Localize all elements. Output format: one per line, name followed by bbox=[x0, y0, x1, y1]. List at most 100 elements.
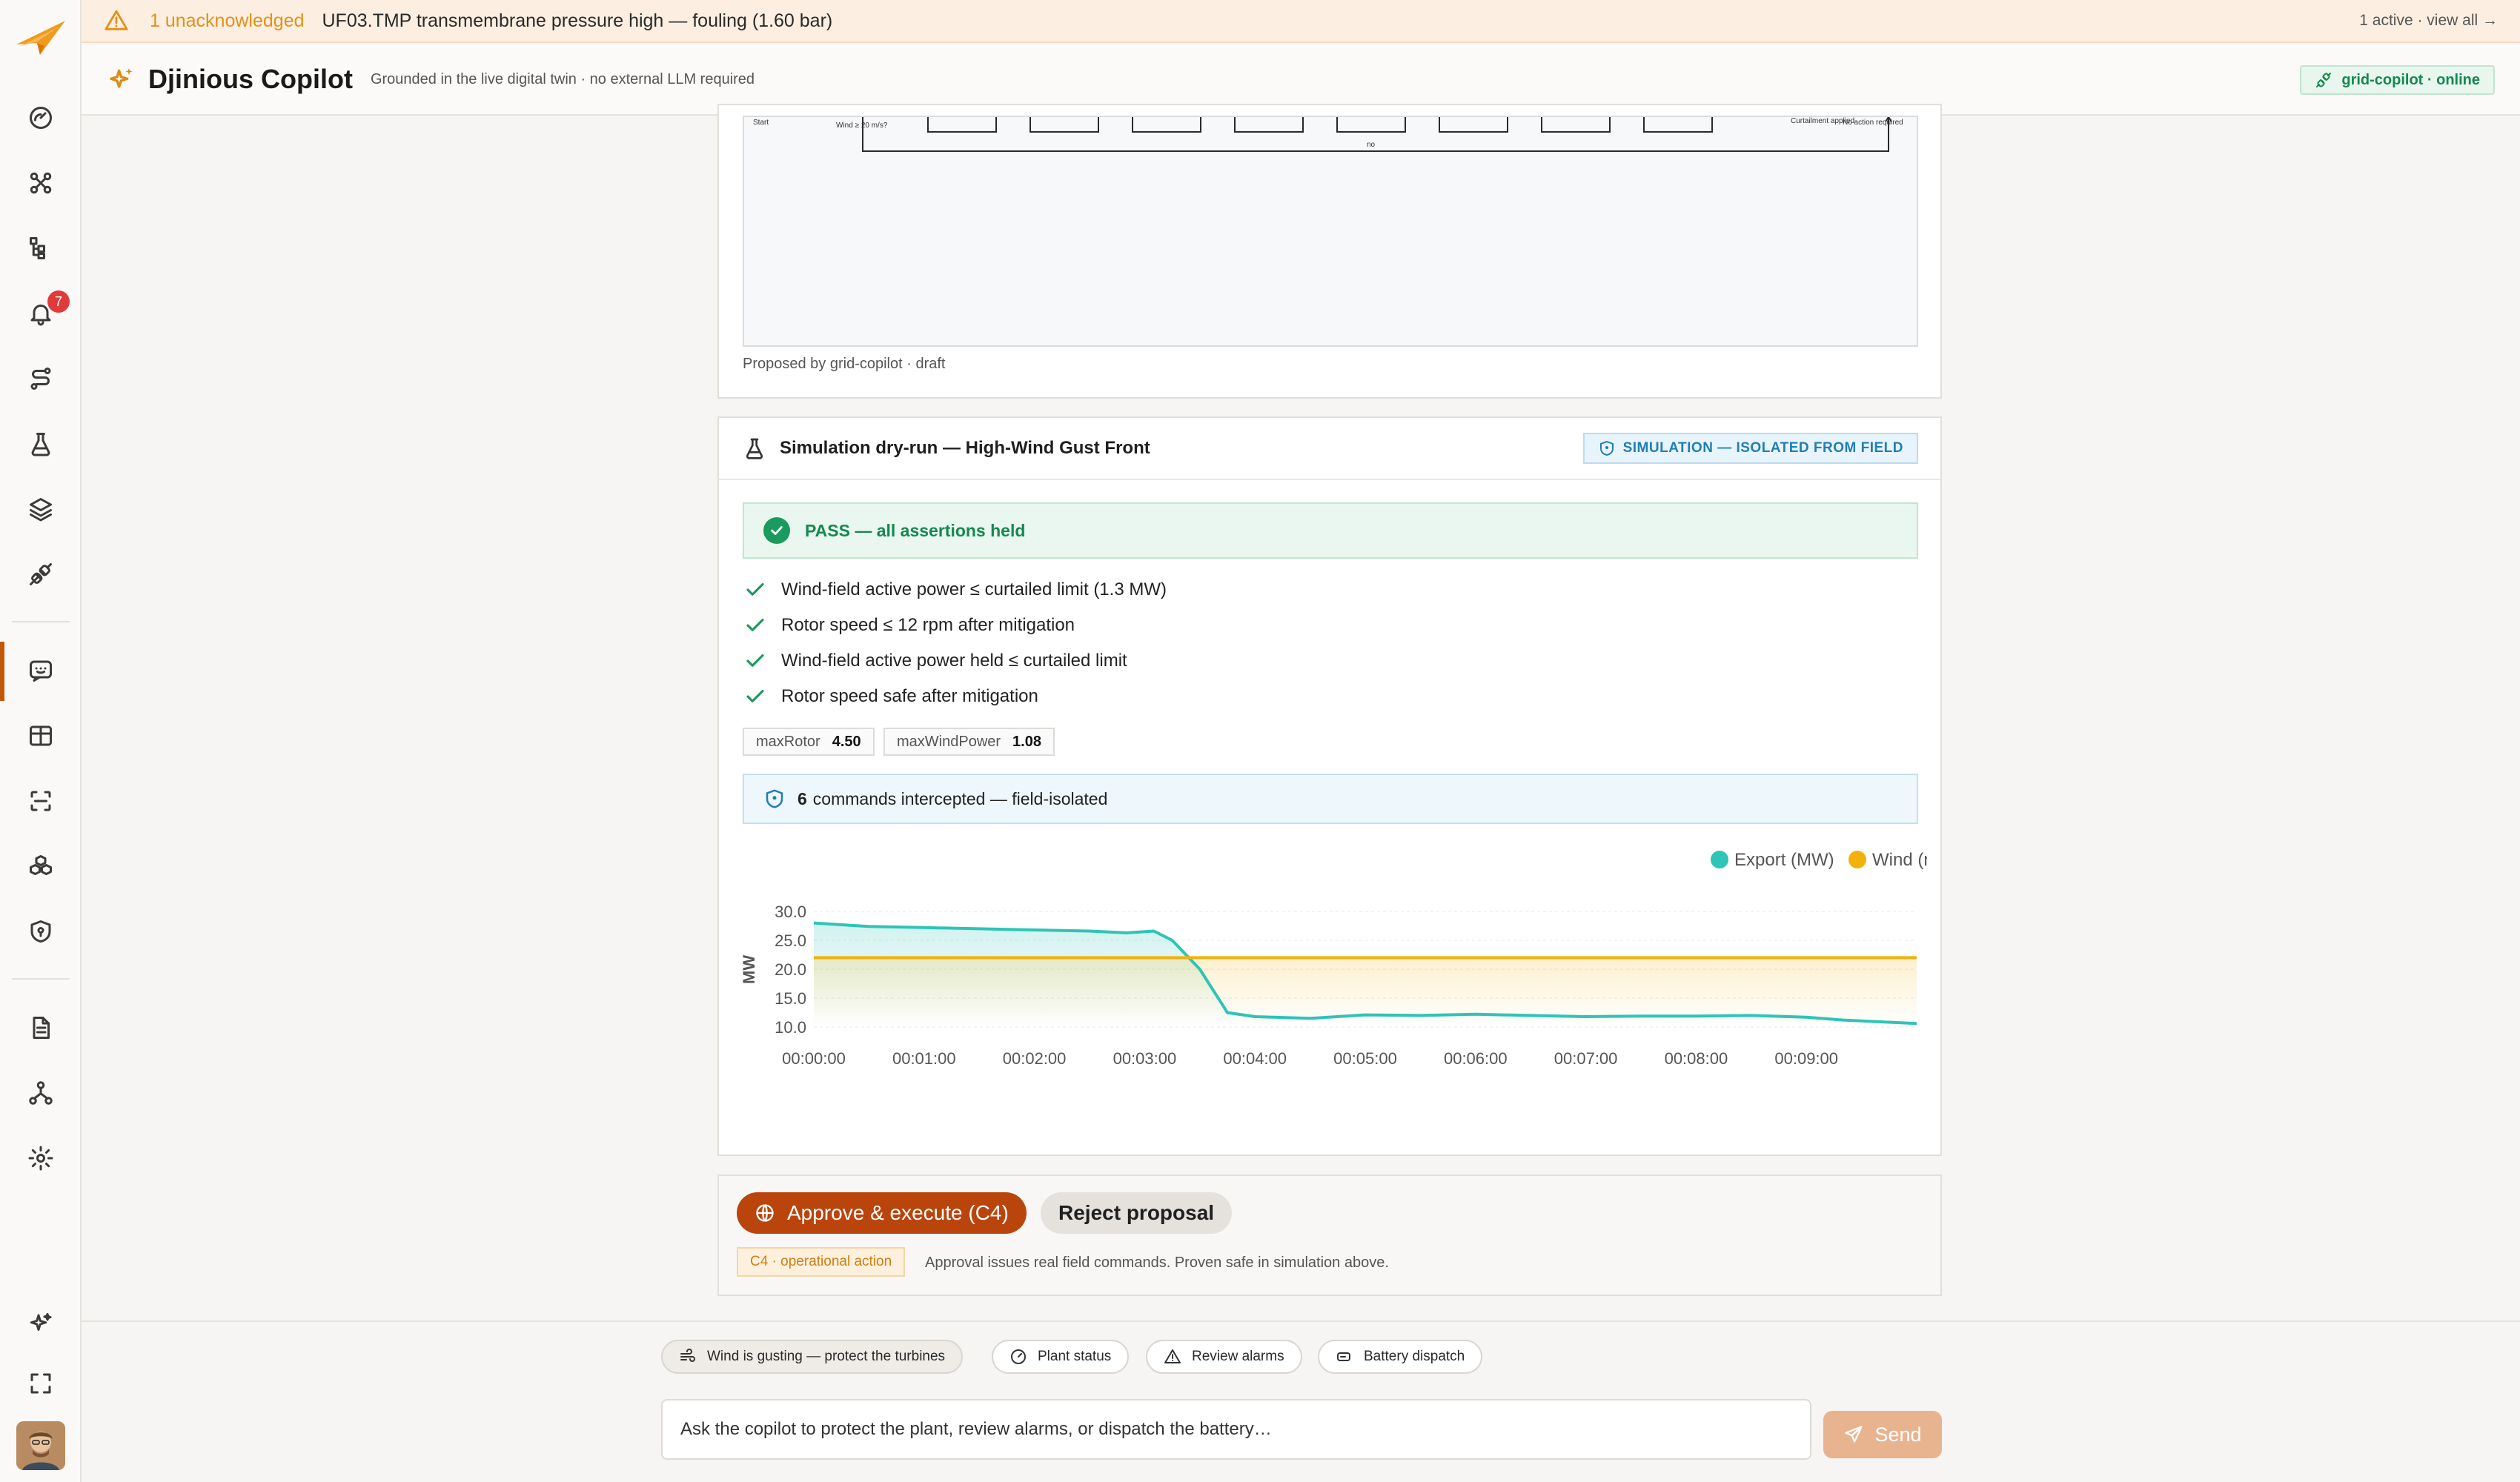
battery-icon bbox=[1337, 1352, 1350, 1361]
pass-banner: PASS — all assertions held bbox=[743, 502, 1918, 559]
approval-card: Approve & execute (C4) Reject proposal C… bbox=[717, 1174, 1942, 1296]
check-circle-icon bbox=[763, 517, 790, 544]
simulation-card: Simulation dry-run — High-Wind Gust Fron… bbox=[717, 416, 1942, 1156]
assertion-text: Rotor speed safe after mitigation bbox=[781, 686, 1038, 706]
metric-max-wind-power: maxWindPower 1.08 bbox=[883, 728, 1055, 756]
metric-name: maxWindPower bbox=[897, 733, 1001, 750]
assertion-item: Rotor speed safe after mitigation bbox=[744, 683, 1038, 710]
proposal-card: Start Wind ≥ 20 m/s? no Curtailment appl… bbox=[717, 102, 1942, 399]
warning-icon bbox=[1164, 1349, 1181, 1363]
shield-icon bbox=[1599, 440, 1614, 456]
x-tick-label: 00:01:00 bbox=[892, 1049, 956, 1068]
x-tick-label: 00:06:00 bbox=[1444, 1049, 1508, 1068]
nav-separator bbox=[12, 621, 70, 622]
network-icon[interactable] bbox=[22, 1074, 59, 1112]
globe-icon bbox=[756, 1204, 774, 1222]
page-subtitle: Grounded in the live digital twin · no e… bbox=[370, 70, 755, 87]
sidebar: 7 bbox=[0, 0, 82, 1482]
alarm-banner[interactable]: 1 unacknowledged UF03.TMP transmembrane … bbox=[82, 0, 2520, 43]
reject-proposal-button[interactable]: Reject proposal bbox=[1041, 1192, 1233, 1234]
check-icon bbox=[746, 582, 764, 596]
intercept-banner: 6 commands intercepted — field-isolated bbox=[743, 774, 1918, 824]
flask-icon bbox=[746, 438, 763, 459]
metric-max-rotor: maxRotor 4.50 bbox=[743, 728, 875, 756]
assertion-text: Wind-field active power held ≤ curtailed… bbox=[781, 651, 1127, 671]
approval-note: Approval issues real field commands. Pro… bbox=[925, 1255, 1389, 1271]
c4-action-badge: C4 · operational action bbox=[737, 1247, 906, 1277]
assertion-item: Wind-field active power held ≤ curtailed… bbox=[744, 648, 1127, 674]
isolation-badge: SIMULATION — ISOLATED FROM FIELD bbox=[1582, 433, 1918, 464]
diagram-noaction-label: No action required bbox=[1843, 119, 1903, 127]
simulation-title: Simulation dry-run — High-Wind Gust Fron… bbox=[780, 438, 1150, 458]
y-tick-label: 10.0 bbox=[775, 1018, 806, 1037]
table-icon[interactable] bbox=[22, 717, 59, 754]
composer-divider bbox=[82, 1320, 2520, 1322]
nav-separator bbox=[12, 978, 70, 980]
layers-icon[interactable] bbox=[22, 491, 59, 528]
intercept-count: 6 bbox=[798, 788, 807, 808]
chip-label: Review alarms bbox=[1192, 1349, 1284, 1364]
workflow-diagram[interactable]: Start Wind ≥ 20 m/s? no Curtailment appl… bbox=[743, 102, 1918, 347]
settings-icon[interactable] bbox=[22, 1140, 59, 1177]
check-icon bbox=[746, 618, 764, 631]
document-icon[interactable] bbox=[22, 1009, 59, 1046]
simulation-chart[interactable]: Export (MW) Wind (m/s) 10.0 15.0 20.0 25.0 30… bbox=[734, 837, 1927, 1149]
topology-icon[interactable] bbox=[22, 165, 59, 202]
x-tick-label: 00:02:00 bbox=[1003, 1049, 1067, 1068]
approve-execute-button[interactable]: Approve & execute (C4) bbox=[737, 1192, 1027, 1234]
boxes-icon[interactable] bbox=[22, 848, 59, 885]
proposal-note: Proposed by grid-copilot · draft bbox=[743, 356, 946, 372]
plug-icon bbox=[2316, 73, 2332, 87]
flask-icon[interactable] bbox=[22, 425, 59, 462]
quick-prompt-battery-dispatch[interactable]: Battery dispatch bbox=[1318, 1340, 1483, 1374]
diagram-start-label: Start bbox=[753, 119, 769, 127]
x-tick-label: 00:04:00 bbox=[1223, 1049, 1287, 1068]
warning-icon bbox=[105, 10, 128, 30]
plug-icon[interactable] bbox=[22, 556, 59, 593]
quick-prompt-plant-status[interactable]: Plant status bbox=[992, 1340, 1130, 1374]
legend-label[interactable]: Wind (m/s) bbox=[1872, 850, 1927, 870]
scan-icon[interactable] bbox=[22, 782, 59, 820]
assertion-text: Wind-field active power ≤ curtailed limi… bbox=[781, 579, 1167, 599]
diagram-decision-label: Wind ≥ 20 m/s? bbox=[836, 122, 888, 130]
metric-name: maxRotor bbox=[756, 733, 820, 750]
copilot-chat-input[interactable] bbox=[661, 1399, 1811, 1460]
x-tick-label: 00:05:00 bbox=[1333, 1049, 1397, 1068]
sparkle-icon[interactable] bbox=[22, 1306, 59, 1343]
flow-icon[interactable] bbox=[22, 360, 59, 397]
dashboard-icon[interactable] bbox=[22, 99, 59, 136]
gauge-icon bbox=[1011, 1349, 1026, 1364]
chip-label: Plant status bbox=[1038, 1349, 1112, 1364]
hierarchy-icon[interactable] bbox=[22, 230, 59, 267]
app-logo[interactable] bbox=[15, 16, 67, 61]
unacknowledged-count: 1 unacknowledged bbox=[150, 10, 305, 31]
copilot-status-badge: grid-copilot · online bbox=[2300, 65, 2495, 95]
wind-icon bbox=[680, 1349, 695, 1362]
check-icon bbox=[746, 689, 764, 702]
fullscreen-icon[interactable] bbox=[22, 1365, 59, 1402]
chip-label: Battery dispatch bbox=[1364, 1349, 1465, 1364]
x-tick-label: 00:00:00 bbox=[782, 1049, 846, 1068]
alarm-message: UF03.TMP transmembrane pressure high — f… bbox=[322, 10, 833, 31]
x-tick-label: 00:07:00 bbox=[1554, 1049, 1618, 1068]
user-avatar[interactable] bbox=[16, 1421, 65, 1470]
check-icon bbox=[746, 654, 764, 667]
copilot-status-label: grid-copilot · online bbox=[2341, 71, 2480, 88]
quick-prompt-review-alarms[interactable]: Review alarms bbox=[1146, 1340, 1302, 1374]
y-tick-label: 20.0 bbox=[775, 960, 806, 979]
shield-icon[interactable] bbox=[22, 913, 59, 950]
metric-value: 1.08 bbox=[1012, 733, 1041, 750]
x-tick-label: 00:08:00 bbox=[1665, 1049, 1728, 1068]
quick-prompt-protect-turbines[interactable]: Wind is gusting — protect the turbines bbox=[661, 1340, 964, 1374]
approve-label: Approve & execute (C4) bbox=[787, 1201, 1009, 1224]
copilot-chat-icon[interactable] bbox=[22, 652, 59, 689]
intercept-text: commands intercepted — field-isolated bbox=[812, 788, 1108, 808]
simulation-header: Simulation dry-run — High-Wind Gust Fron… bbox=[719, 418, 1940, 480]
alarm-count-badge: 7 bbox=[47, 290, 70, 313]
diagram-no-label: no bbox=[1367, 141, 1376, 149]
isolation-label: SIMULATION — ISOLATED FROM FIELD bbox=[1622, 440, 1903, 456]
view-all-alarms-link[interactable]: 1 active · view all → bbox=[2359, 12, 2498, 30]
legend-label[interactable]: Export (MW) bbox=[1734, 850, 1834, 870]
send-button[interactable]: Send bbox=[1823, 1411, 1942, 1458]
shield-icon bbox=[766, 789, 783, 808]
